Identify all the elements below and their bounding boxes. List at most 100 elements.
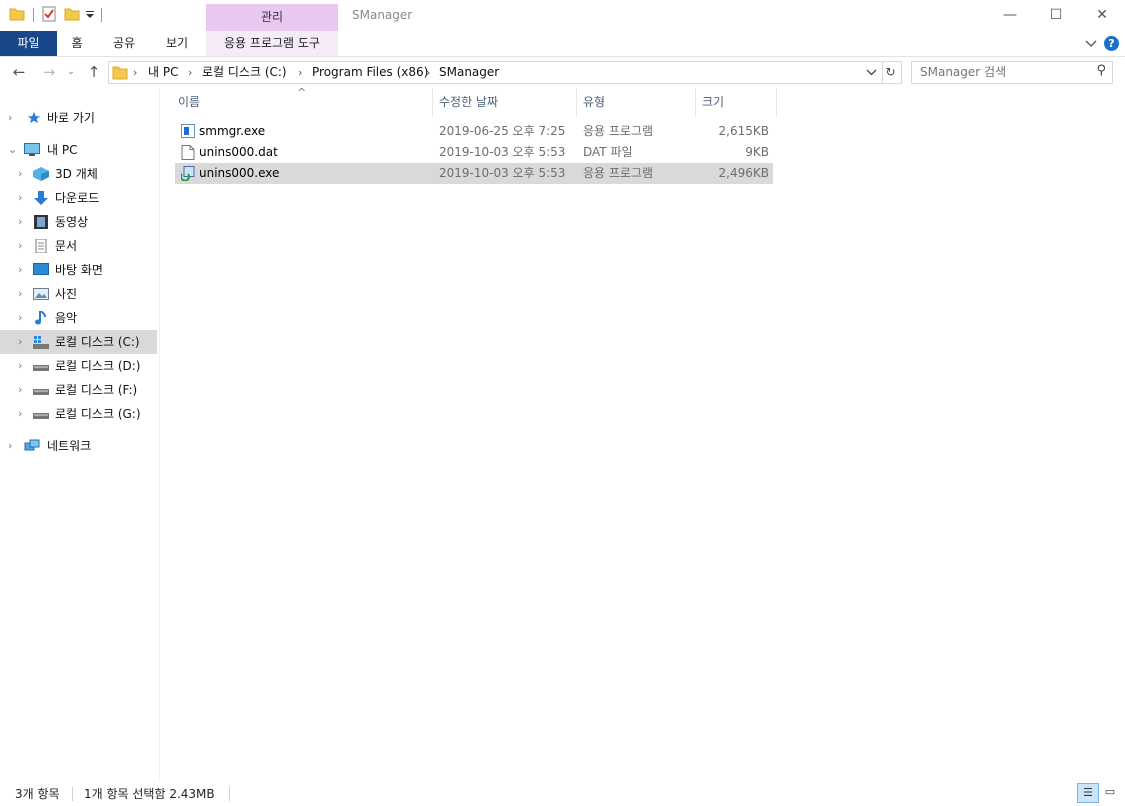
expand-chevron-icon[interactable]: ›: [18, 162, 22, 186]
nav-label: 네트워크: [47, 439, 92, 453]
file-type: 응용 프로그램: [583, 166, 654, 180]
recent-locations-dropdown-icon[interactable]: ⌄: [64, 57, 78, 88]
uninstaller-icon: [181, 166, 195, 181]
search-icon[interactable]: ⚲: [1096, 63, 1106, 78]
close-button[interactable]: ✕: [1079, 0, 1125, 31]
breadcrumb-separator-icon[interactable]: ›: [133, 62, 137, 83]
expand-chevron-icon[interactable]: ›: [18, 186, 22, 210]
file-size: 2,496KB: [718, 166, 769, 180]
folder-icon[interactable]: [9, 6, 25, 22]
expand-chevron-icon[interactable]: ›: [18, 306, 22, 330]
expand-chevron-icon[interactable]: ›: [18, 210, 22, 234]
table-row[interactable]: smmgr.exe 2019-06-25 오후 7:25 응용 프로그램 2,6…: [175, 121, 773, 142]
blank-file-icon: [181, 145, 195, 160]
nav-label: 로컬 디스크 (C:): [55, 335, 140, 349]
nav-music[interactable]: › 음악: [0, 306, 157, 330]
expand-chevron-icon[interactable]: ›: [18, 282, 22, 306]
file-type: DAT 파일: [583, 145, 633, 159]
expand-chevron-icon[interactable]: ›: [18, 402, 22, 426]
nav-this-pc[interactable]: ⌄ 내 PC: [0, 138, 157, 162]
expand-chevron-icon[interactable]: ›: [18, 330, 22, 354]
chevron-down-icon[interactable]: [1085, 39, 1097, 49]
back-arrow-icon[interactable]: ←: [8, 57, 30, 88]
star-icon: [27, 111, 41, 124]
file-name: unins000.exe: [199, 166, 280, 180]
nav-quick-access[interactable]: › 바로 가기: [0, 106, 157, 130]
picture-icon: [33, 288, 49, 300]
music-note-icon: [35, 311, 46, 325]
tab-view[interactable]: 보기: [157, 31, 197, 56]
collapse-chevron-icon[interactable]: ⌄: [8, 138, 17, 162]
address-history-dropdown-icon[interactable]: [866, 68, 877, 77]
search-box[interactable]: ⚲: [911, 61, 1113, 84]
nav-documents[interactable]: › 문서: [0, 234, 157, 258]
minimize-button[interactable]: —: [987, 0, 1033, 31]
expand-chevron-icon[interactable]: ›: [18, 234, 22, 258]
nav-videos[interactable]: › 동영상: [0, 210, 157, 234]
search-input[interactable]: [920, 64, 1080, 80]
address-bar[interactable]: › 내 PC › 로컬 디스크 (C:) › Program Files (x8…: [108, 61, 883, 84]
expand-chevron-icon[interactable]: ›: [18, 354, 22, 378]
help-icon[interactable]: ?: [1104, 36, 1119, 51]
nav-local-disk-f[interactable]: › 로컬 디스크 (F:): [0, 378, 157, 402]
breadcrumb-local-disk-c[interactable]: 로컬 디스크 (C:): [202, 62, 287, 83]
customize-toolbar-dropdown-icon[interactable]: [85, 10, 95, 20]
file-modified: 2019-06-25 오후 7:25: [439, 124, 566, 138]
nav-desktop[interactable]: › 바탕 화면: [0, 258, 157, 282]
file-type: 응용 프로그램: [583, 124, 654, 138]
nav-downloads[interactable]: › 다운로드: [0, 186, 157, 210]
nav-network[interactable]: › 네트워크: [0, 434, 157, 458]
manage-context-tab[interactable]: 관리: [206, 4, 338, 31]
computer-icon: [24, 143, 40, 156]
column-header-name[interactable]: 이름: [172, 88, 433, 116]
3d-objects-icon: [33, 167, 49, 181]
table-row[interactable]: unins000.dat 2019-10-03 오후 5:53 DAT 파일 9…: [175, 142, 773, 163]
status-separator: [72, 787, 73, 801]
details-view-icon[interactable]: ☰: [1077, 783, 1099, 803]
column-header-type[interactable]: 유형: [577, 88, 696, 116]
nav-local-disk-d[interactable]: › 로컬 디스크 (D:): [0, 354, 157, 378]
tab-application-tools[interactable]: 응용 프로그램 도구: [206, 31, 338, 56]
breadcrumb-this-pc[interactable]: 내 PC: [148, 62, 178, 83]
desktop-icon: [33, 263, 49, 275]
column-header-size[interactable]: 크기: [696, 88, 777, 116]
nav-label: 로컬 디스크 (D:): [55, 359, 141, 373]
nav-label: 로컬 디스크 (F:): [55, 383, 138, 397]
download-arrow-icon: [34, 191, 48, 205]
file-size: 2,615KB: [718, 124, 769, 138]
breadcrumb-smanager[interactable]: SManager: [439, 62, 499, 83]
properties-checkmark-icon[interactable]: [41, 6, 57, 22]
breadcrumb-separator-icon[interactable]: ›: [188, 62, 192, 83]
expand-chevron-icon[interactable]: ›: [18, 258, 22, 282]
forward-arrow-icon[interactable]: →: [38, 57, 60, 88]
maximize-button[interactable]: ☐: [1033, 0, 1079, 31]
tab-share[interactable]: 공유: [103, 31, 145, 56]
expand-chevron-icon[interactable]: ›: [18, 378, 22, 402]
breadcrumb-separator-icon[interactable]: ›: [298, 62, 302, 83]
table-row[interactable]: unins000.exe 2019-10-03 오후 5:53 응용 프로그램 …: [175, 163, 773, 184]
refresh-icon[interactable]: ↻: [880, 61, 902, 84]
nav-pictures[interactable]: › 사진: [0, 282, 157, 306]
tab-home[interactable]: 홈: [64, 31, 90, 56]
expand-chevron-icon[interactable]: ›: [8, 434, 12, 458]
breadcrumb-separator-icon[interactable]: ›: [426, 62, 430, 83]
tab-file[interactable]: 파일: [0, 31, 57, 56]
nav-label: 바로 가기: [47, 111, 95, 125]
up-arrow-icon[interactable]: ↑: [84, 57, 104, 88]
network-icon: [24, 439, 40, 451]
ribbon-tab-bar: 파일 홈 공유 보기 응용 프로그램 도구: [0, 31, 1125, 57]
large-icons-view-icon[interactable]: ▭: [1100, 783, 1120, 801]
file-name: smmgr.exe: [199, 124, 266, 138]
window-title: SManager: [352, 8, 413, 22]
file-name: unins000.dat: [199, 145, 278, 159]
toolbar-separator: [101, 8, 102, 22]
column-header-modified[interactable]: 수정한 날짜: [433, 88, 577, 116]
selection-info: 1개 항목 선택함 2.43MB: [84, 787, 215, 801]
new-folder-icon[interactable]: [64, 6, 80, 22]
breadcrumb-program-files[interactable]: Program Files (x86): [312, 62, 428, 83]
toolbar-separator: [33, 8, 34, 22]
nav-local-disk-c[interactable]: › 로컬 디스크 (C:): [0, 330, 157, 354]
nav-3d-objects[interactable]: › 3D 개체: [0, 162, 157, 186]
nav-local-disk-g[interactable]: › 로컬 디스크 (G:): [0, 402, 157, 426]
expand-chevron-icon[interactable]: ›: [8, 106, 12, 130]
